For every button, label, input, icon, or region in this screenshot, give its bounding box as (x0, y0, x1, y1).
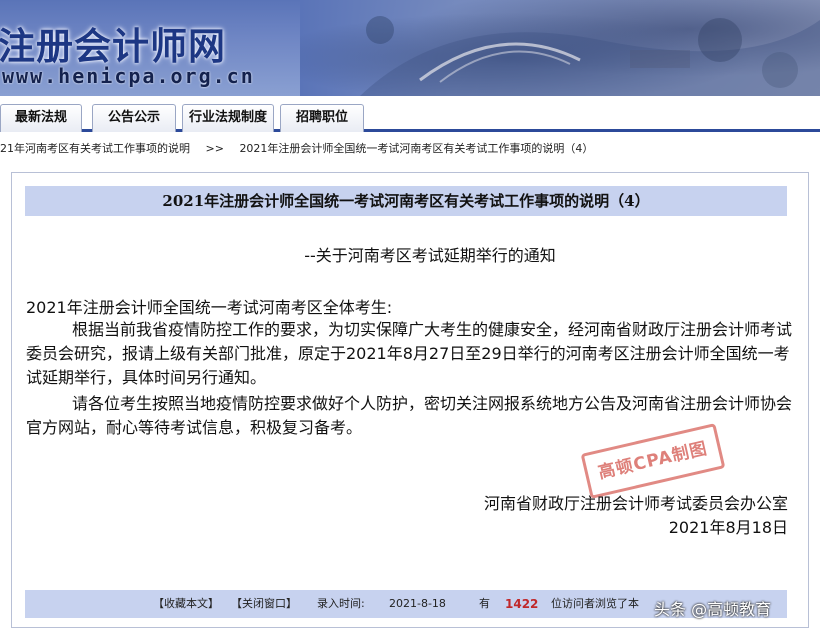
tab-latest-regulations[interactable]: 最新法规 (0, 104, 82, 132)
site-banner: 注册会计师网 www.henicpa.org.cn (0, 0, 820, 96)
breadcrumb-separator: >> (205, 142, 224, 155)
tab-industry-regulations[interactable]: 行业法规制度 (182, 104, 274, 132)
article-subtitle: --关于河南考区考试延期举行的通知 (304, 246, 556, 265)
toutiao-watermark: 头条 @高顿教育 (654, 600, 772, 619)
site-title: 注册会计师网 (0, 24, 226, 68)
visitor-prefix: 有 (479, 597, 490, 610)
breadcrumb-parent-link[interactable]: 21年河南考区有关考试工作事项的说明 (0, 142, 190, 155)
article-salutation: 2021年注册会计师全国统一考试河南考区全体考生: (26, 298, 393, 317)
article-signer: 河南省财政厅注册会计师考试委员会办公室 (483, 494, 788, 513)
article-title: 2021年注册会计师全国统一考试河南考区有关考试工作事项的说明（4） (25, 186, 787, 216)
entry-time-label: 录入时间: (317, 597, 365, 610)
article-date: 2021年8月18日 (668, 518, 788, 537)
article-paragraph: 根据当前我省疫情防控工作的要求，为切实保障广大考生的健康安全，经河南省财政厅注册… (26, 320, 793, 387)
visitor-suffix: 位访问者浏览了本 (551, 597, 639, 610)
tab-jobs[interactable]: 招聘职位 (280, 104, 364, 132)
breadcrumb: 21年河南考区有关考试工作事项的说明 >> 2021年注册会计师全国统一考试河南… (0, 140, 820, 162)
bookmark-link[interactable]: 【收藏本文】 (153, 590, 219, 618)
tab-announcements[interactable]: 公告公示 (92, 104, 176, 132)
banner-painting (300, 0, 820, 96)
breadcrumb-current: 2021年注册会计师全国统一考试河南考区有关考试工作事项的说明（4） (239, 142, 594, 155)
entry-date: 2021-8-18 (389, 597, 446, 610)
visitor-count: 1422 (505, 597, 539, 611)
close-window-link[interactable]: 【关闭窗口】 (231, 590, 297, 618)
site-url: www.henicpa.org.cn (2, 64, 255, 88)
